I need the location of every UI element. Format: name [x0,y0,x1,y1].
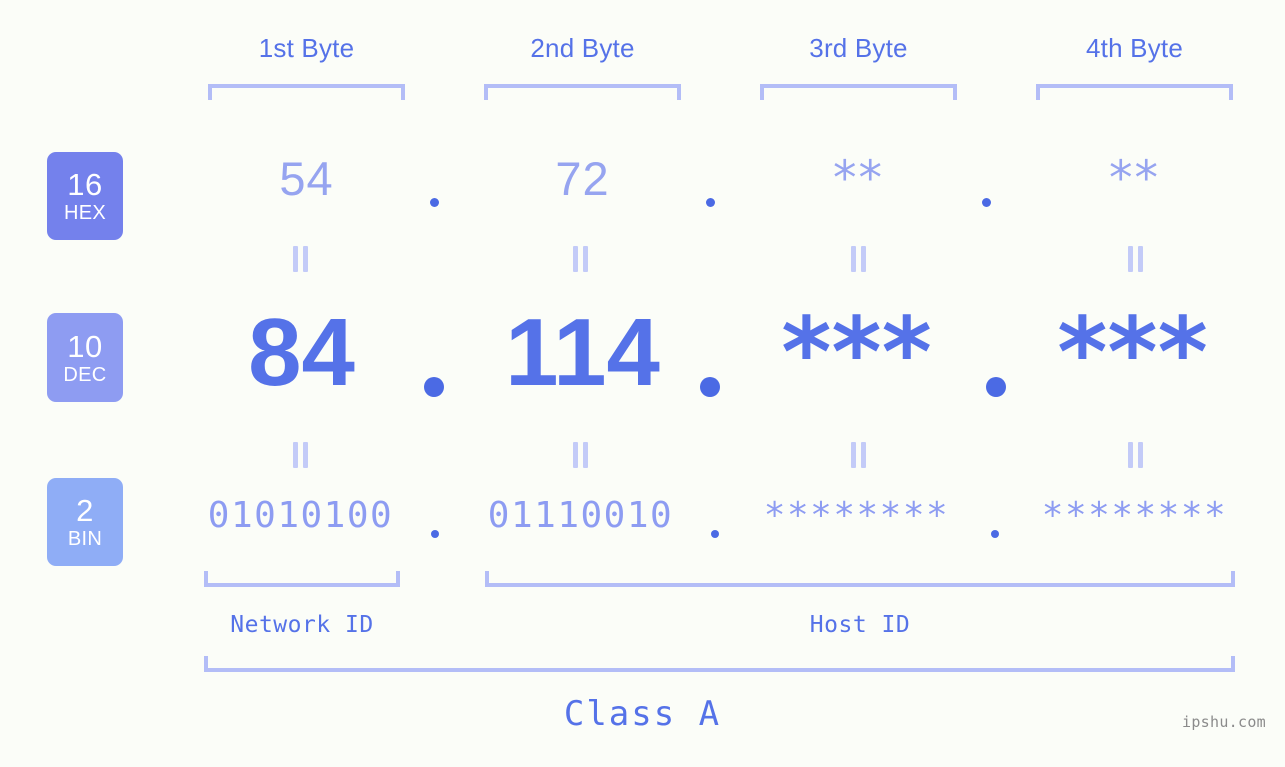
hex-value-byte-3: ** [833,151,884,206]
byte-header-label-1: 1st Byte [258,33,355,63]
network-id-bracket [204,571,400,587]
host-id-label: Host ID [809,612,911,638]
bin-value-byte-1: 01010100 [207,495,394,536]
radix-badge-hex-unit: HEX [63,202,107,224]
hex-value-byte-1: 54 [279,152,334,205]
equals-marker-hex-dec-3 [850,246,868,272]
byte-header-label-4: 4th Byte [1086,33,1183,63]
dec-value-byte-1: 84 [248,299,355,406]
radix-badge-dec-unit: DEC [63,363,107,386]
bin-separator-dot-1 [431,530,439,538]
bin-value-byte-4: ******** [1041,495,1228,536]
equals-marker-hex-dec-4 [1127,246,1145,272]
hex-value-byte-4: ** [1109,151,1160,206]
dec-value-byte-2: 114 [505,299,660,406]
byte-bracket-top-2 [484,84,681,100]
hex-value-byte-2: 72 [555,152,610,205]
hex-separator-dot-3 [982,198,991,207]
bin-separator-dot-2 [711,530,719,538]
host-id-bracket [485,571,1235,587]
radix-badge-hex: 16 HEX [47,152,123,240]
dec-separator-dot-2 [700,377,720,397]
equals-marker-dec-bin-1 [292,442,310,468]
site-watermark: ipshu.com [1182,713,1266,731]
hex-separator-dot-1 [430,198,439,207]
ip-byte-breakdown-diagram: 1st Byte 2nd Byte 3rd Byte 4th Byte 16 H… [0,0,1285,767]
radix-badge-bin-number: 2 [76,493,94,528]
byte-header-label-2: 2nd Byte [530,33,635,63]
radix-badge-bin: 2 BIN [47,478,123,566]
equals-marker-hex-dec-2 [572,246,590,272]
byte-bracket-top-1 [208,84,405,100]
dec-separator-dot-1 [424,377,444,397]
network-id-label: Network ID [230,612,374,638]
byte-header-label-3: 3rd Byte [809,33,908,63]
hex-separator-dot-2 [706,198,715,207]
radix-badge-hex-number: 16 [67,167,103,202]
byte-bracket-top-4 [1036,84,1233,100]
radix-badge-dec-number: 10 [67,328,103,364]
bin-value-byte-3: ******** [763,495,950,536]
equals-marker-dec-bin-4 [1127,442,1145,468]
dec-separator-dot-3 [986,377,1006,397]
equals-marker-hex-dec-1 [292,246,310,272]
radix-badge-bin-unit: BIN [67,528,103,550]
class-bracket [204,656,1235,672]
dec-value-byte-4: *** [1057,297,1208,409]
equals-marker-dec-bin-3 [850,442,868,468]
bin-value-byte-2: 01110010 [487,495,674,536]
byte-bracket-top-3 [760,84,957,100]
dec-value-byte-3: *** [781,297,932,409]
radix-badge-dec: 10 DEC [47,313,123,402]
class-label: Class A [563,694,722,734]
equals-marker-dec-bin-2 [572,442,590,468]
bin-separator-dot-3 [991,530,999,538]
